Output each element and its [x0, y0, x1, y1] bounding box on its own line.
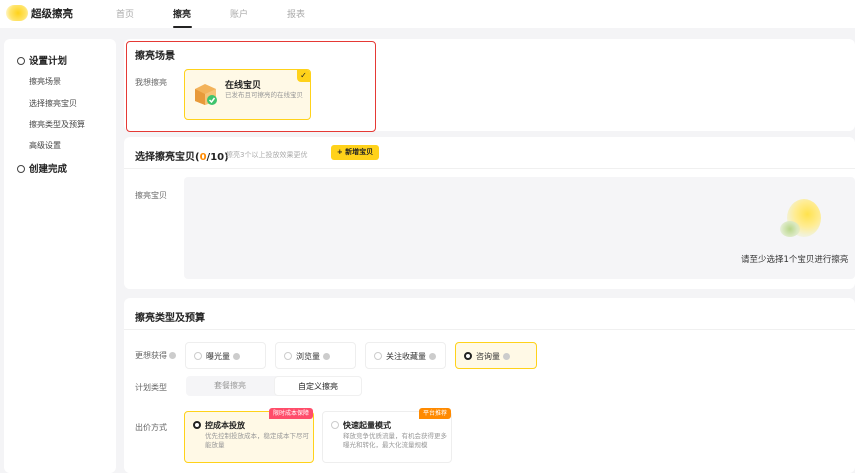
help-icon[interactable] [323, 353, 330, 360]
budget-title: 擦亮类型及预算 [135, 313, 205, 324]
bid-option-desc: 释放竞争优质流量，有机会获得更多曝光和转化，最大化流量规模 [343, 432, 447, 449]
radio-selected-icon [464, 352, 472, 360]
divider [124, 329, 855, 330]
plan-type-custom[interactable]: 自定义擦亮 [274, 376, 362, 396]
goal-option-inquiries[interactable]: 咨询量 [455, 342, 537, 369]
bid-option-title: 控成本投放 [205, 421, 245, 430]
step-circle-icon [17, 57, 25, 65]
plan-type-toggle: 套餐擦亮 自定义擦亮 [186, 376, 362, 396]
add-item-button[interactable]: + 新增宝贝 [331, 145, 379, 160]
nav-report[interactable]: 报表 [287, 7, 305, 20]
radio-selected-icon [193, 421, 201, 429]
bid-option-desc: 优先控制投放成本，稳定成本下尽可能放量 [205, 432, 309, 449]
nav-active-indicator [173, 26, 192, 28]
radio-icon [331, 421, 339, 429]
empty-state-leaf-icon [780, 221, 800, 237]
goal-option-views[interactable]: 浏览量 [275, 342, 356, 369]
items-section: 选择擦亮宝贝(0/10) 擦亮3个以上投放效果更优 + 新增宝贝 擦亮宝贝 请至… [124, 137, 855, 289]
items-row-label: 擦亮宝贝 [135, 191, 167, 200]
help-icon[interactable] [503, 353, 510, 360]
help-icon[interactable] [429, 353, 436, 360]
sidebar-section-done[interactable]: 创建完成 [17, 161, 67, 175]
radio-icon [284, 352, 292, 360]
bid-option-fast-ramp[interactable]: 快速起量模式 释放竞争优质流量，有机会获得更多曝光和转化，最大化流量规模 平台推… [322, 408, 452, 463]
plan-type-package[interactable]: 套餐擦亮 [186, 376, 274, 396]
plan-type-label: 计划类型 [135, 383, 167, 392]
brand-logo-icon [6, 5, 28, 21]
top-bar: 超级擦亮 首页 擦亮 账户 报表 [0, 0, 855, 28]
items-hint: 擦亮3个以上投放效果更优 [226, 151, 308, 159]
radio-icon [374, 352, 382, 360]
radio-icon [194, 352, 202, 360]
nav-home[interactable]: 首页 [116, 7, 134, 20]
sidebar-section-setup[interactable]: 设置计划 [17, 53, 67, 67]
brand-name: 超级擦亮 [31, 8, 73, 20]
nav-account[interactable]: 账户 [230, 7, 248, 20]
cost-guarantee-badge: 限时成本保障 [268, 408, 313, 419]
items-count-current: 0 [199, 152, 207, 163]
help-icon[interactable] [169, 352, 176, 359]
sidebar-item-advanced[interactable]: 高级设置 [29, 140, 61, 151]
platform-recommend-badge: 平台推荐 [418, 408, 451, 419]
bid-option-cost-control[interactable]: 控成本投放 优先控制投放成本，稳定成本下尽可能放量 限时成本保障 [184, 408, 314, 463]
step-sidebar: 设置计划 擦亮场景 选择擦亮宝贝 擦亮类型及预算 高级设置 创建完成 [4, 39, 116, 473]
budget-section: 擦亮类型及预算 更想获得 曝光量 浏览量 关注收藏量 咨询量 计划类型 套餐擦亮… [124, 298, 855, 473]
divider [124, 168, 855, 169]
sidebar-item-scene[interactable]: 擦亮场景 [29, 76, 61, 87]
items-title: 选择擦亮宝贝(0/10) [135, 152, 229, 163]
goal-option-follows[interactable]: 关注收藏量 [365, 342, 446, 369]
item-selection-empty-area[interactable]: 请至少选择1个宝贝进行擦亮 [184, 177, 855, 279]
highlight-frame [126, 41, 376, 132]
bid-option-title: 快速起量模式 [343, 421, 391, 430]
help-icon[interactable] [233, 353, 240, 360]
goal-label: 更想获得 [135, 350, 176, 361]
sidebar-item-items[interactable]: 选择擦亮宝贝 [29, 98, 77, 109]
sidebar-item-budget[interactable]: 擦亮类型及预算 [29, 119, 85, 130]
goal-option-exposure[interactable]: 曝光量 [185, 342, 266, 369]
bid-method-label: 出价方式 [135, 423, 167, 432]
step-circle-icon [17, 165, 25, 173]
empty-state-text: 请至少选择1个宝贝进行擦亮 [741, 255, 849, 265]
nav-polish[interactable]: 擦亮 [173, 7, 191, 20]
